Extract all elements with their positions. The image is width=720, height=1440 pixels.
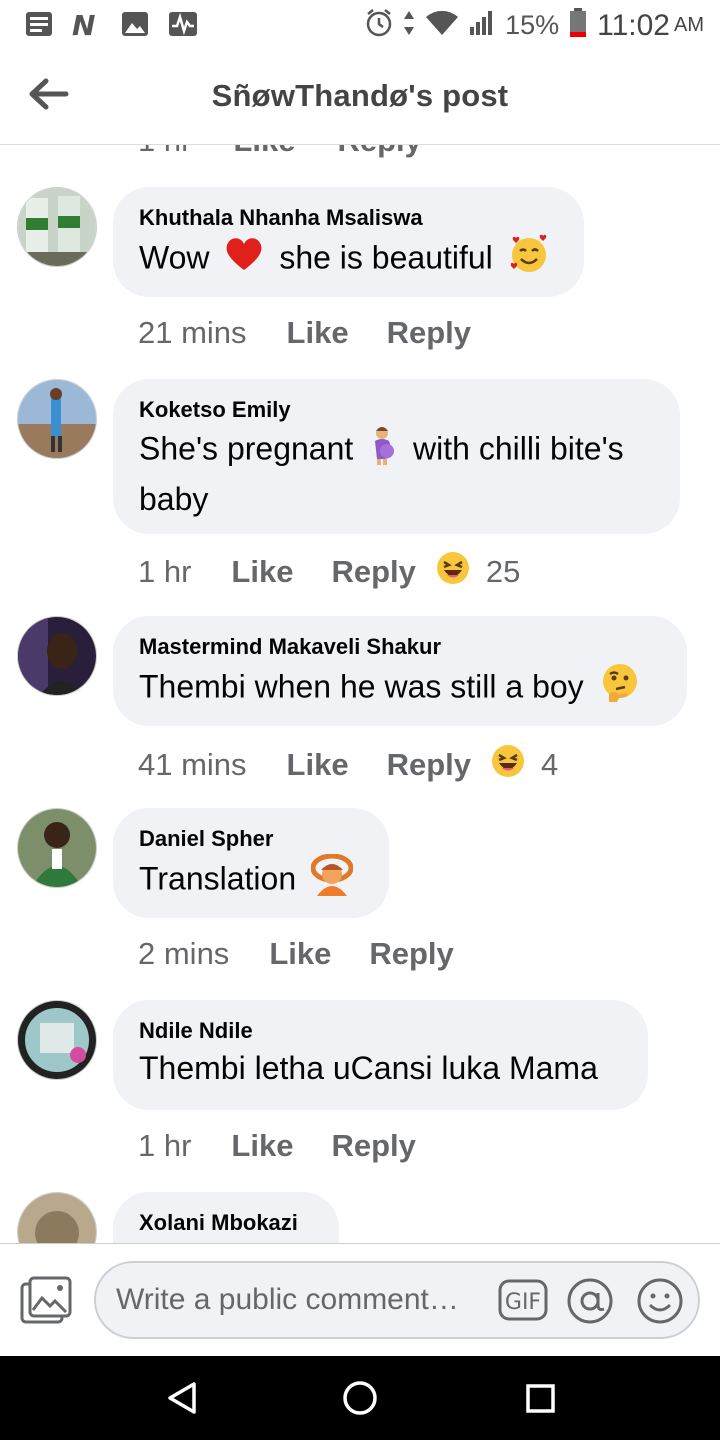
reply-button[interactable]: Reply bbox=[331, 1128, 415, 1164]
emoji-smile-icon[interactable] bbox=[636, 1277, 684, 1325]
battery-low-icon bbox=[569, 8, 587, 43]
comment-placeholder: Write a public comment… bbox=[116, 1283, 459, 1316]
battery-percent: 15% bbox=[505, 10, 560, 40]
comment-time: 1 hr bbox=[138, 145, 191, 159]
comment-bubble[interactable]: Mastermind Makaveli Shakur Thembi when h… bbox=[113, 616, 687, 726]
avatar[interactable] bbox=[17, 187, 97, 267]
gallery-icon bbox=[120, 10, 150, 38]
comment-actions: 41 mins Like Reply 4 bbox=[138, 744, 558, 786]
comment-bubble[interactable]: Ndile Ndile Thembi letha uCansi luka Mam… bbox=[113, 1000, 648, 1110]
thinking-face-emoji bbox=[599, 662, 641, 716]
comment-text: Wow she is beautiful bbox=[139, 233, 558, 287]
comment-composer: Write a public comment… GIF bbox=[0, 1243, 720, 1357]
reaction-count: 25 bbox=[485, 554, 521, 589]
comment-bubble[interactable]: Daniel Spher Translation bbox=[113, 808, 389, 918]
reaction-summary[interactable]: 25 bbox=[436, 551, 520, 593]
laughing-reaction-icon bbox=[436, 551, 470, 593]
recents-square-icon[interactable] bbox=[520, 1378, 560, 1418]
alarm-icon bbox=[365, 9, 393, 42]
person-gesturing-ok-emoji bbox=[310, 853, 354, 908]
comment-actions: 1 hr Like Reply 25 bbox=[138, 551, 520, 593]
comment-author[interactable]: Xolani Mbokazi bbox=[139, 1208, 313, 1238]
home-circle-icon[interactable] bbox=[340, 1378, 380, 1418]
comment-author[interactable]: Daniel Spher bbox=[139, 824, 363, 854]
comment-text: Thembi when he was still a boy bbox=[139, 662, 661, 716]
reply-button[interactable]: Reply bbox=[337, 145, 421, 159]
reaction-summary[interactable]: 4 bbox=[491, 744, 558, 786]
partial-comment-actions: 1 hr Like Reply bbox=[138, 145, 422, 159]
comment-actions: 2 mins Like Reply bbox=[138, 936, 454, 972]
comment-bubble[interactable]: Koketso Emily She's pregnant with chilli… bbox=[113, 379, 680, 534]
reply-button[interactable]: Reply bbox=[387, 747, 471, 783]
comment-text: Translation bbox=[139, 853, 363, 908]
comment-time[interactable]: 2 mins bbox=[138, 936, 229, 972]
photo-icon[interactable] bbox=[20, 1276, 72, 1326]
app-n-icon: N bbox=[72, 10, 102, 38]
wifi-icon bbox=[425, 10, 459, 41]
laughing-reaction-icon bbox=[491, 744, 525, 786]
comment-author[interactable]: Koketso Emily bbox=[139, 395, 654, 425]
reply-button[interactable]: Reply bbox=[369, 936, 453, 972]
comment-time[interactable]: 41 mins bbox=[138, 747, 247, 783]
smiling-face-with-hearts-emoji bbox=[508, 233, 550, 287]
avatar[interactable] bbox=[17, 1000, 97, 1080]
status-bar: N 15% 11:02 AM bbox=[0, 0, 720, 50]
avatar[interactable] bbox=[17, 616, 97, 696]
comment-text: She's pregnant with chilli bite's baby bbox=[139, 425, 654, 522]
pregnant-woman-emoji bbox=[368, 425, 398, 477]
like-button[interactable]: Like bbox=[231, 554, 293, 590]
back-triangle-icon[interactable] bbox=[162, 1378, 202, 1418]
comment-actions: 1 hr Like Reply bbox=[138, 1128, 416, 1164]
activity-icon bbox=[168, 10, 198, 38]
comment-text: Thembi letha uCansi luka Mama bbox=[139, 1050, 598, 1086]
data-arrows-icon bbox=[403, 9, 415, 42]
at-mention-icon[interactable] bbox=[566, 1277, 614, 1325]
system-nav-bar bbox=[0, 1356, 720, 1440]
comment-bubble[interactable]: Xolani Mbokazi bbox=[113, 1192, 339, 1243]
comment-time[interactable]: 21 mins bbox=[138, 315, 247, 351]
avatar[interactable] bbox=[17, 808, 97, 888]
comment-input[interactable]: Write a public comment… GIF bbox=[94, 1261, 700, 1339]
post-header: SñøwThandø's post bbox=[0, 50, 720, 145]
like-button[interactable]: Like bbox=[233, 145, 295, 159]
red-heart-emoji bbox=[224, 236, 264, 284]
comment-bubble[interactable]: Khuthala Nhanha Msaliswa Wow she is beau… bbox=[113, 187, 584, 297]
like-button[interactable]: Like bbox=[287, 747, 349, 783]
svg-text:GIF: GIF bbox=[505, 1290, 541, 1315]
like-button[interactable]: Like bbox=[287, 315, 349, 351]
avatar[interactable] bbox=[17, 379, 97, 459]
reply-button[interactable]: Reply bbox=[387, 315, 471, 351]
comment-actions: 21 mins Like Reply bbox=[138, 315, 471, 351]
reaction-count: 4 bbox=[541, 747, 559, 782]
comment-author[interactable]: Ndile Ndile bbox=[139, 1016, 622, 1046]
like-button[interactable]: Like bbox=[231, 1128, 293, 1164]
notes-icon bbox=[24, 10, 54, 38]
comment-time[interactable]: 1 hr bbox=[138, 1128, 191, 1164]
comments-feed[interactable]: 1 hr Like Reply Khuthala Nhanha Msaliswa… bbox=[0, 145, 720, 1243]
comment-author[interactable]: Khuthala Nhanha Msaliswa bbox=[139, 203, 558, 233]
comment-time[interactable]: 1 hr bbox=[138, 554, 191, 590]
signal-icon bbox=[469, 9, 495, 42]
page-title: SñøwThandø's post bbox=[211, 78, 509, 113]
clock-time: 11:02 bbox=[597, 8, 670, 42]
gif-icon[interactable]: GIF bbox=[498, 1279, 548, 1321]
avatar[interactable] bbox=[17, 1192, 97, 1243]
svg-text:N: N bbox=[72, 11, 95, 37]
reply-button[interactable]: Reply bbox=[331, 554, 415, 590]
comment-author[interactable]: Mastermind Makaveli Shakur bbox=[139, 632, 661, 662]
clock-ampm: AM bbox=[674, 14, 704, 36]
like-button[interactable]: Like bbox=[269, 936, 331, 972]
